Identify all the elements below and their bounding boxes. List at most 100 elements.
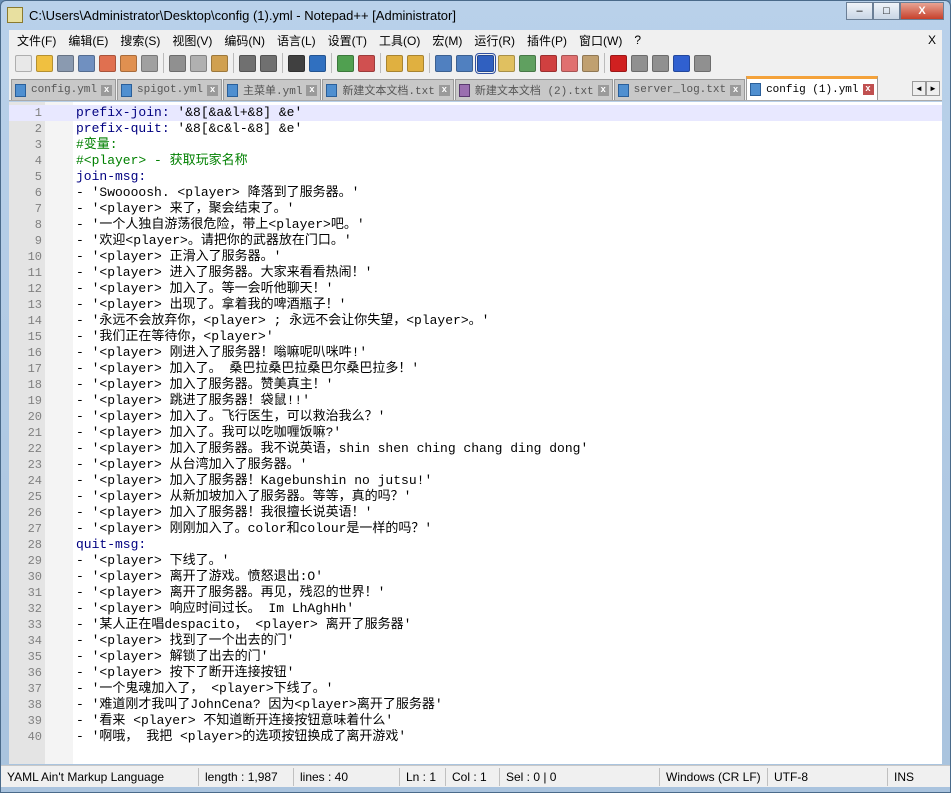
- code-line[interactable]: 24 - '<player> 加入了服务器！Kagebunshin no juts…: [9, 473, 942, 489]
- code-line[interactable]: 36 - '<player> 按下了断开连接按钮': [9, 665, 942, 681]
- stop-macro-icon[interactable]: [631, 54, 648, 72]
- status-eol[interactable]: Windows (CR LF): [660, 767, 768, 786]
- code-line[interactable]: 25 - '<player> 从新加坡加入了服务器。等等，真的吗？': [9, 489, 942, 505]
- status-encoding[interactable]: UTF-8: [768, 767, 888, 786]
- word-wrap-icon[interactable]: [435, 54, 452, 72]
- tab--2-txt[interactable]: 新建文本文档 (2).txt x: [454, 79, 613, 100]
- close-button[interactable]: X: [900, 2, 944, 20]
- code-line[interactable]: 5 join-msg:: [9, 169, 942, 185]
- code-line[interactable]: 17 - '<player> 加入了。 桑巴拉桑巴拉桑巴尔桑巴拉多！': [9, 361, 942, 377]
- code-line[interactable]: 21 - '<player> 加入了。我可以吃咖喱饭嘛?': [9, 425, 942, 441]
- code-line[interactable]: 30 - '<player> 离开了游戏。愤怒退出:O': [9, 569, 942, 585]
- code-line[interactable]: 31 - '<player> 离开了服务器。再见，残忍的世界！': [9, 585, 942, 601]
- menu-item[interactable]: 搜索(S): [120, 32, 160, 49]
- find-icon[interactable]: [288, 54, 305, 72]
- code-line[interactable]: 37 - '一个鬼魂加入了， <player>下线了。': [9, 681, 942, 697]
- code-line[interactable]: 16 - '<player> 刚进入了服务器！嗡嘛呢叭咪吽!': [9, 345, 942, 361]
- menu-item[interactable]: 文件(F): [17, 32, 56, 49]
- folder-workspace-icon[interactable]: [561, 54, 578, 72]
- play-macro-icon[interactable]: [652, 54, 669, 72]
- close-document-button[interactable]: X: [928, 33, 936, 47]
- save-all-icon[interactable]: [78, 54, 95, 72]
- code-line[interactable]: 34 - '<player> 找到了一个出去的门': [9, 633, 942, 649]
- code-line[interactable]: 15 - '我们正在等待你，<player>': [9, 329, 942, 345]
- tab-close-icon[interactable]: x: [597, 84, 609, 96]
- print-icon[interactable]: [141, 54, 158, 72]
- redo-icon[interactable]: [260, 54, 277, 72]
- code-line[interactable]: 11 - '<player> 进入了服务器。大家来看看热闹！': [9, 265, 942, 281]
- tab-close-icon[interactable]: x: [101, 84, 113, 96]
- tab-close-icon[interactable]: x: [862, 84, 874, 95]
- paste-icon[interactable]: [211, 54, 228, 72]
- sync-vertical-icon[interactable]: [386, 54, 403, 72]
- minimize-button[interactable]: –: [846, 2, 873, 20]
- menu-item[interactable]: 设置(T): [328, 32, 367, 49]
- menu-item[interactable]: 运行(R): [474, 32, 515, 49]
- code-line[interactable]: 2 prefix-quit: '&8[&c&l-&8] &e': [9, 121, 942, 137]
- tab-close-icon[interactable]: x: [207, 84, 219, 96]
- code-line[interactable]: 8 - '一个人独自游荡很危险，带上<player>吧。': [9, 217, 942, 233]
- menu-item[interactable]: ?: [634, 33, 641, 47]
- tab-config-yml[interactable]: config.yml x: [11, 79, 117, 100]
- save-macro-icon[interactable]: [694, 54, 711, 72]
- code-line[interactable]: 29 - '<player> 下线了。': [9, 553, 942, 569]
- code-line[interactable]: 38 - '难道刚才我叫了JohnCena? 因为<player>离开了服务器': [9, 697, 942, 713]
- code-line[interactable]: 4 #<player> - 获取玩家名称: [9, 153, 942, 169]
- monitoring-icon[interactable]: [582, 54, 599, 72]
- code-line[interactable]: 14 - '永远不会放弃你，<player> ; 永远不会让你失望，<player…: [9, 313, 942, 329]
- menu-item[interactable]: 宏(M): [432, 32, 462, 49]
- code-line[interactable]: 35 - '<player> 解锁了出去的门': [9, 649, 942, 665]
- code-line[interactable]: 19 - '<player> 跳进了服务器！袋鼠!!': [9, 393, 942, 409]
- close-icon[interactable]: [99, 54, 116, 72]
- indent-guide-icon[interactable]: [475, 52, 496, 74]
- code-line[interactable]: 39 - '看来 <player> 不知道断开连接按钮意味着什么': [9, 713, 942, 729]
- code-line[interactable]: 22 - '<player> 加入了服务器。我不说英语，shin shen chi…: [9, 441, 942, 457]
- close-all-icon[interactable]: [120, 54, 137, 72]
- save-icon[interactable]: [57, 54, 74, 72]
- menu-item[interactable]: 插件(P): [527, 32, 567, 49]
- code-line[interactable]: 9 - '欢迎<player>。请把你的武器放在门口。': [9, 233, 942, 249]
- code-line[interactable]: 27 - '<player> 刚刚加入了。color和colour是一样的吗？': [9, 521, 942, 537]
- sync-horizontal-icon[interactable]: [407, 54, 424, 72]
- new-file-icon[interactable]: [15, 54, 32, 72]
- code-line[interactable]: 13 - '<player> 出现了。拿着我的啤酒瓶子！': [9, 297, 942, 313]
- tab-close-icon[interactable]: x: [438, 84, 450, 96]
- open-file-icon[interactable]: [36, 54, 53, 72]
- cut-icon[interactable]: [169, 54, 186, 72]
- code-line[interactable]: 12 - '<player> 加入了。等一会听他聊天！': [9, 281, 942, 297]
- code-line[interactable]: 23 - '<player> 从台湾加入了服务器。': [9, 457, 942, 473]
- code-line[interactable]: 20 - '<player> 加入了。飞行医生，可以救治我么？': [9, 409, 942, 425]
- tab-scroll-right-button[interactable]: ►: [926, 81, 940, 96]
- tab-server-log-txt[interactable]: server_log.txt x: [613, 79, 746, 100]
- doc-map-icon[interactable]: [519, 54, 536, 72]
- tab-config-1-yml[interactable]: config (1).yml x: [746, 76, 878, 100]
- function-list-icon[interactable]: [540, 54, 557, 72]
- tab--txt[interactable]: 新建文本文档.txt x: [322, 79, 454, 100]
- code-line[interactable]: 28 quit-msg:: [9, 537, 942, 553]
- code-line[interactable]: 10 - '<player> 正滑入了服务器。': [9, 249, 942, 265]
- zoom-out-icon[interactable]: [358, 54, 375, 72]
- tab--yml[interactable]: 主菜单.yml x: [223, 79, 322, 100]
- tab-close-icon[interactable]: x: [730, 84, 742, 96]
- menu-item[interactable]: 工具(O): [379, 32, 420, 49]
- menu-item[interactable]: 语言(L): [277, 32, 316, 49]
- code-line[interactable]: 1 prefix-join: '&8[&a&l+&8] &e': [9, 105, 942, 121]
- menu-item[interactable]: 编码(N): [224, 32, 265, 49]
- code-line[interactable]: 40 - '啊哦， 我把 <player>的选项按钮换成了离开游戏': [9, 729, 942, 745]
- menu-item[interactable]: 视图(V): [172, 32, 212, 49]
- replace-icon[interactable]: [309, 54, 326, 72]
- editor-area[interactable]: 1 prefix-join: '&8[&a&l+&8] &e' 2 prefix-qu…: [9, 102, 942, 764]
- code-line[interactable]: 6 - 'Swoooosh. <player> 降落到了服务器。': [9, 185, 942, 201]
- zoom-in-icon[interactable]: [337, 54, 354, 72]
- tab-scroll-left-button[interactable]: ◄: [912, 81, 926, 96]
- undo-icon[interactable]: [239, 54, 256, 72]
- code-line[interactable]: 18 - '<player> 加入了服务器。赞美真主！': [9, 377, 942, 393]
- code-line[interactable]: 33 - '某人正在唱despacito， <player> 离开了服务器': [9, 617, 942, 633]
- code-line[interactable]: 32 - '<player> 响应时间过长。 Im LhAghHh': [9, 601, 942, 617]
- run-macro-multiple-icon[interactable]: [673, 54, 690, 72]
- code-line[interactable]: 7 - '<player> 来了，聚会结束了。': [9, 201, 942, 217]
- code-line[interactable]: 3 #变量:: [9, 137, 942, 153]
- copy-icon[interactable]: [190, 54, 207, 72]
- udl-icon[interactable]: [498, 54, 515, 72]
- maximize-button[interactable]: □: [873, 2, 900, 20]
